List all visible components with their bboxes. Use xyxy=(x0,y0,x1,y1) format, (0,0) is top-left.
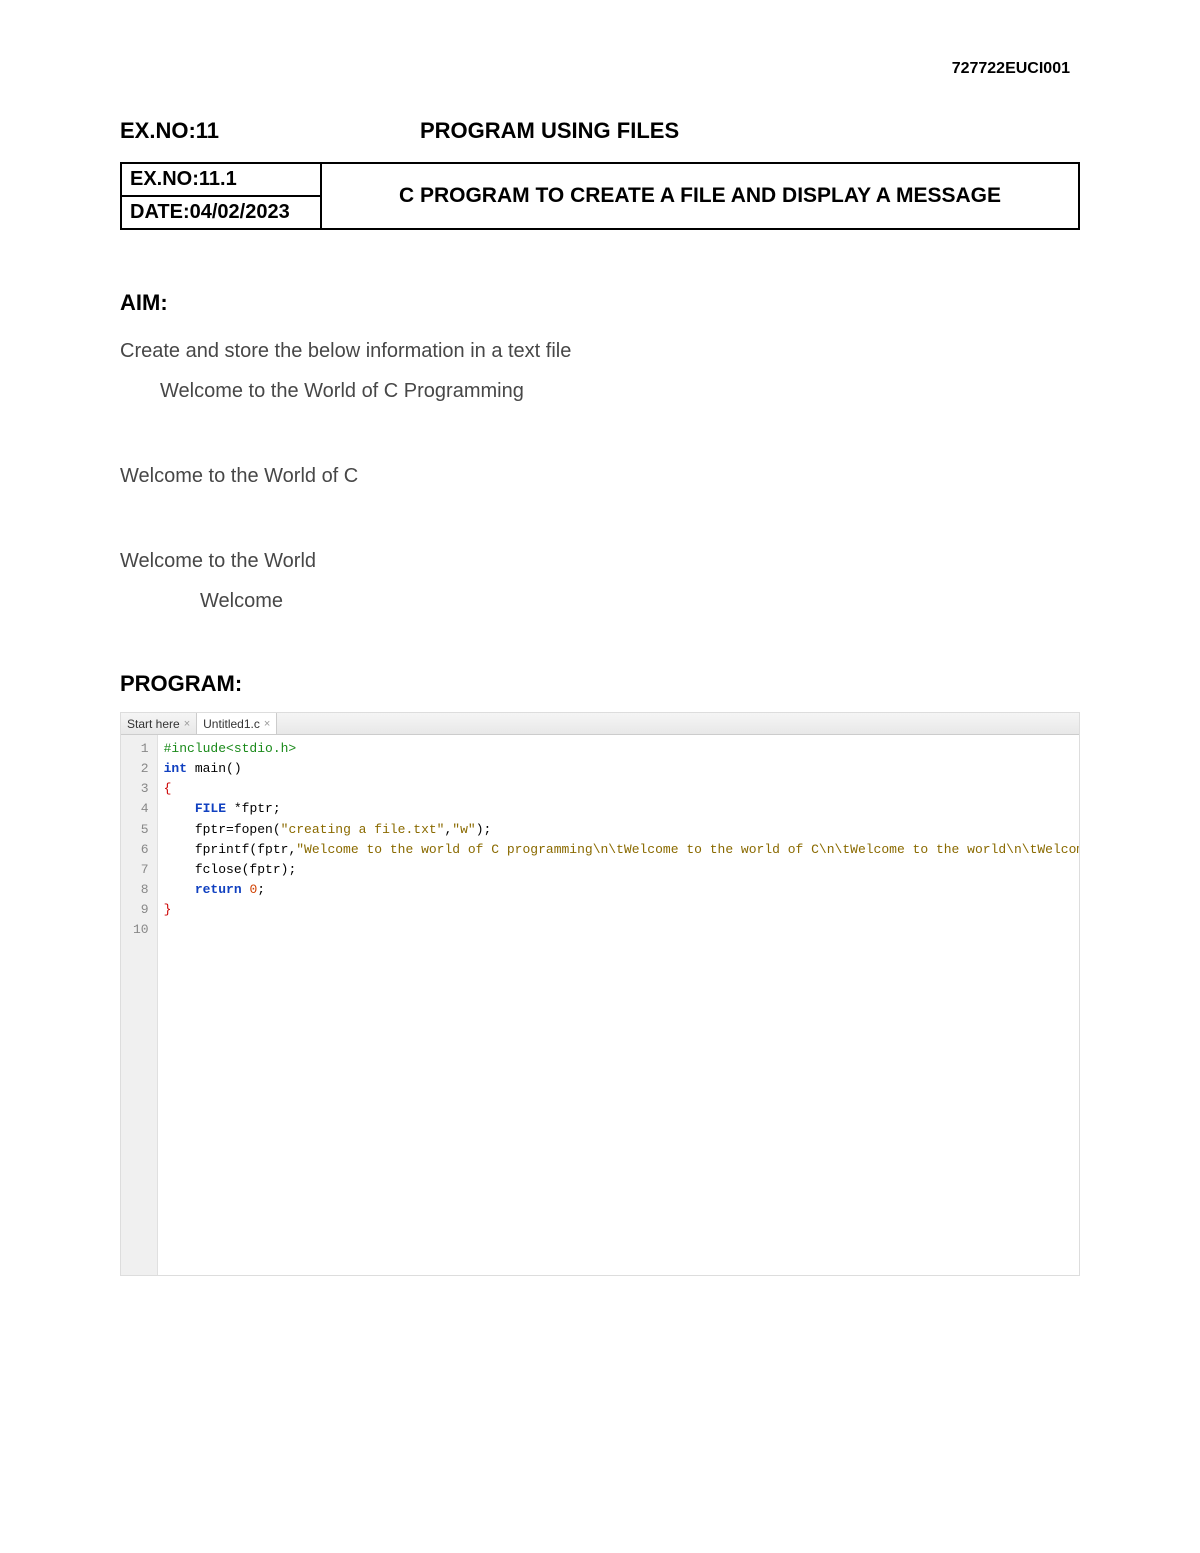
code-token: "Welcome to the world of C programming\n… xyxy=(296,842,1079,857)
code-token: #include<stdio.h> xyxy=(164,741,297,756)
line-number: 10 xyxy=(133,920,149,940)
code-token xyxy=(164,882,195,897)
code-editor: Start here × Untitled1.c × 1 2 3 4 5 6 7… xyxy=(120,712,1080,1276)
code-token: fptr=fopen( xyxy=(195,822,281,837)
ex-no-sub: EX.NO:11.1 xyxy=(121,163,321,196)
code-token: fprintf(fptr, xyxy=(195,842,296,857)
line-number: 3 xyxy=(133,779,149,799)
code-token xyxy=(164,801,195,816)
code-token: fclose(fptr); xyxy=(195,862,296,877)
code-token: () xyxy=(226,761,242,776)
info-table: EX.NO:11.1 C PROGRAM TO CREATE A FILE AN… xyxy=(120,162,1080,230)
line-number: 4 xyxy=(133,799,149,819)
line-number: 1 xyxy=(133,739,149,759)
date-cell: DATE:04/02/2023 xyxy=(121,196,321,229)
doc-id: 727722EUCI001 xyxy=(120,60,1080,78)
code-area: 1 2 3 4 5 6 7 8 9 10 #include<stdio.h> in… xyxy=(121,735,1079,1275)
line-number: 2 xyxy=(133,759,149,779)
code-token: { xyxy=(164,781,172,796)
line-number: 6 xyxy=(133,840,149,860)
line-number: 9 xyxy=(133,900,149,920)
line-number: 7 xyxy=(133,860,149,880)
aim-heading: AIM: xyxy=(120,290,1080,316)
tab-label: Start here xyxy=(127,717,180,731)
code-token: int xyxy=(164,761,187,776)
code-content[interactable]: #include<stdio.h> int main() { FILE *fptr;… xyxy=(158,735,1079,1275)
code-token: "creating a file.txt" xyxy=(281,822,445,837)
code-token: ); xyxy=(476,822,492,837)
code-token xyxy=(164,862,195,877)
aim-block-2: Welcome to the World of C xyxy=(120,461,1080,491)
code-token: } xyxy=(164,902,172,917)
line-number: 5 xyxy=(133,820,149,840)
code-token: "w" xyxy=(452,822,475,837)
aim-block-3: Welcome to the World Welcome xyxy=(120,546,1080,616)
code-token: return xyxy=(195,882,242,897)
aim-line-4: Welcome to the World xyxy=(120,546,1080,576)
aim-line-3: Welcome to the World of C xyxy=(120,461,1080,491)
code-token: *fptr; xyxy=(226,801,281,816)
tab-bar: Start here × Untitled1.c × xyxy=(121,713,1079,735)
line-number: 8 xyxy=(133,880,149,900)
aim-block-1: Create and store the below information i… xyxy=(120,336,1080,406)
ex-no-main: EX.NO:11 xyxy=(120,118,420,144)
code-token: FILE xyxy=(195,801,226,816)
aim-line-2: Welcome to the World of C Programming xyxy=(120,376,1080,406)
close-icon[interactable]: × xyxy=(184,718,190,730)
subtitle: C PROGRAM TO CREATE A FILE AND DISPLAY A… xyxy=(321,163,1079,229)
program-heading: PROGRAM: xyxy=(120,671,1080,697)
close-icon[interactable]: × xyxy=(264,718,270,730)
tab-start-here[interactable]: Start here × xyxy=(121,713,197,734)
code-token: main xyxy=(187,761,226,776)
page-title: PROGRAM USING FILES xyxy=(420,118,679,144)
tab-label: Untitled1.c xyxy=(203,717,260,731)
aim-line-1: Create and store the below information i… xyxy=(120,336,1080,366)
code-token xyxy=(164,842,195,857)
code-token: ; xyxy=(257,882,265,897)
code-token xyxy=(164,822,195,837)
line-number-gutter: 1 2 3 4 5 6 7 8 9 10 xyxy=(121,735,158,1275)
tab-untitled1[interactable]: Untitled1.c × xyxy=(197,713,277,734)
aim-line-5: Welcome xyxy=(120,586,1080,616)
title-row: EX.NO:11 PROGRAM USING FILES xyxy=(120,118,1080,144)
